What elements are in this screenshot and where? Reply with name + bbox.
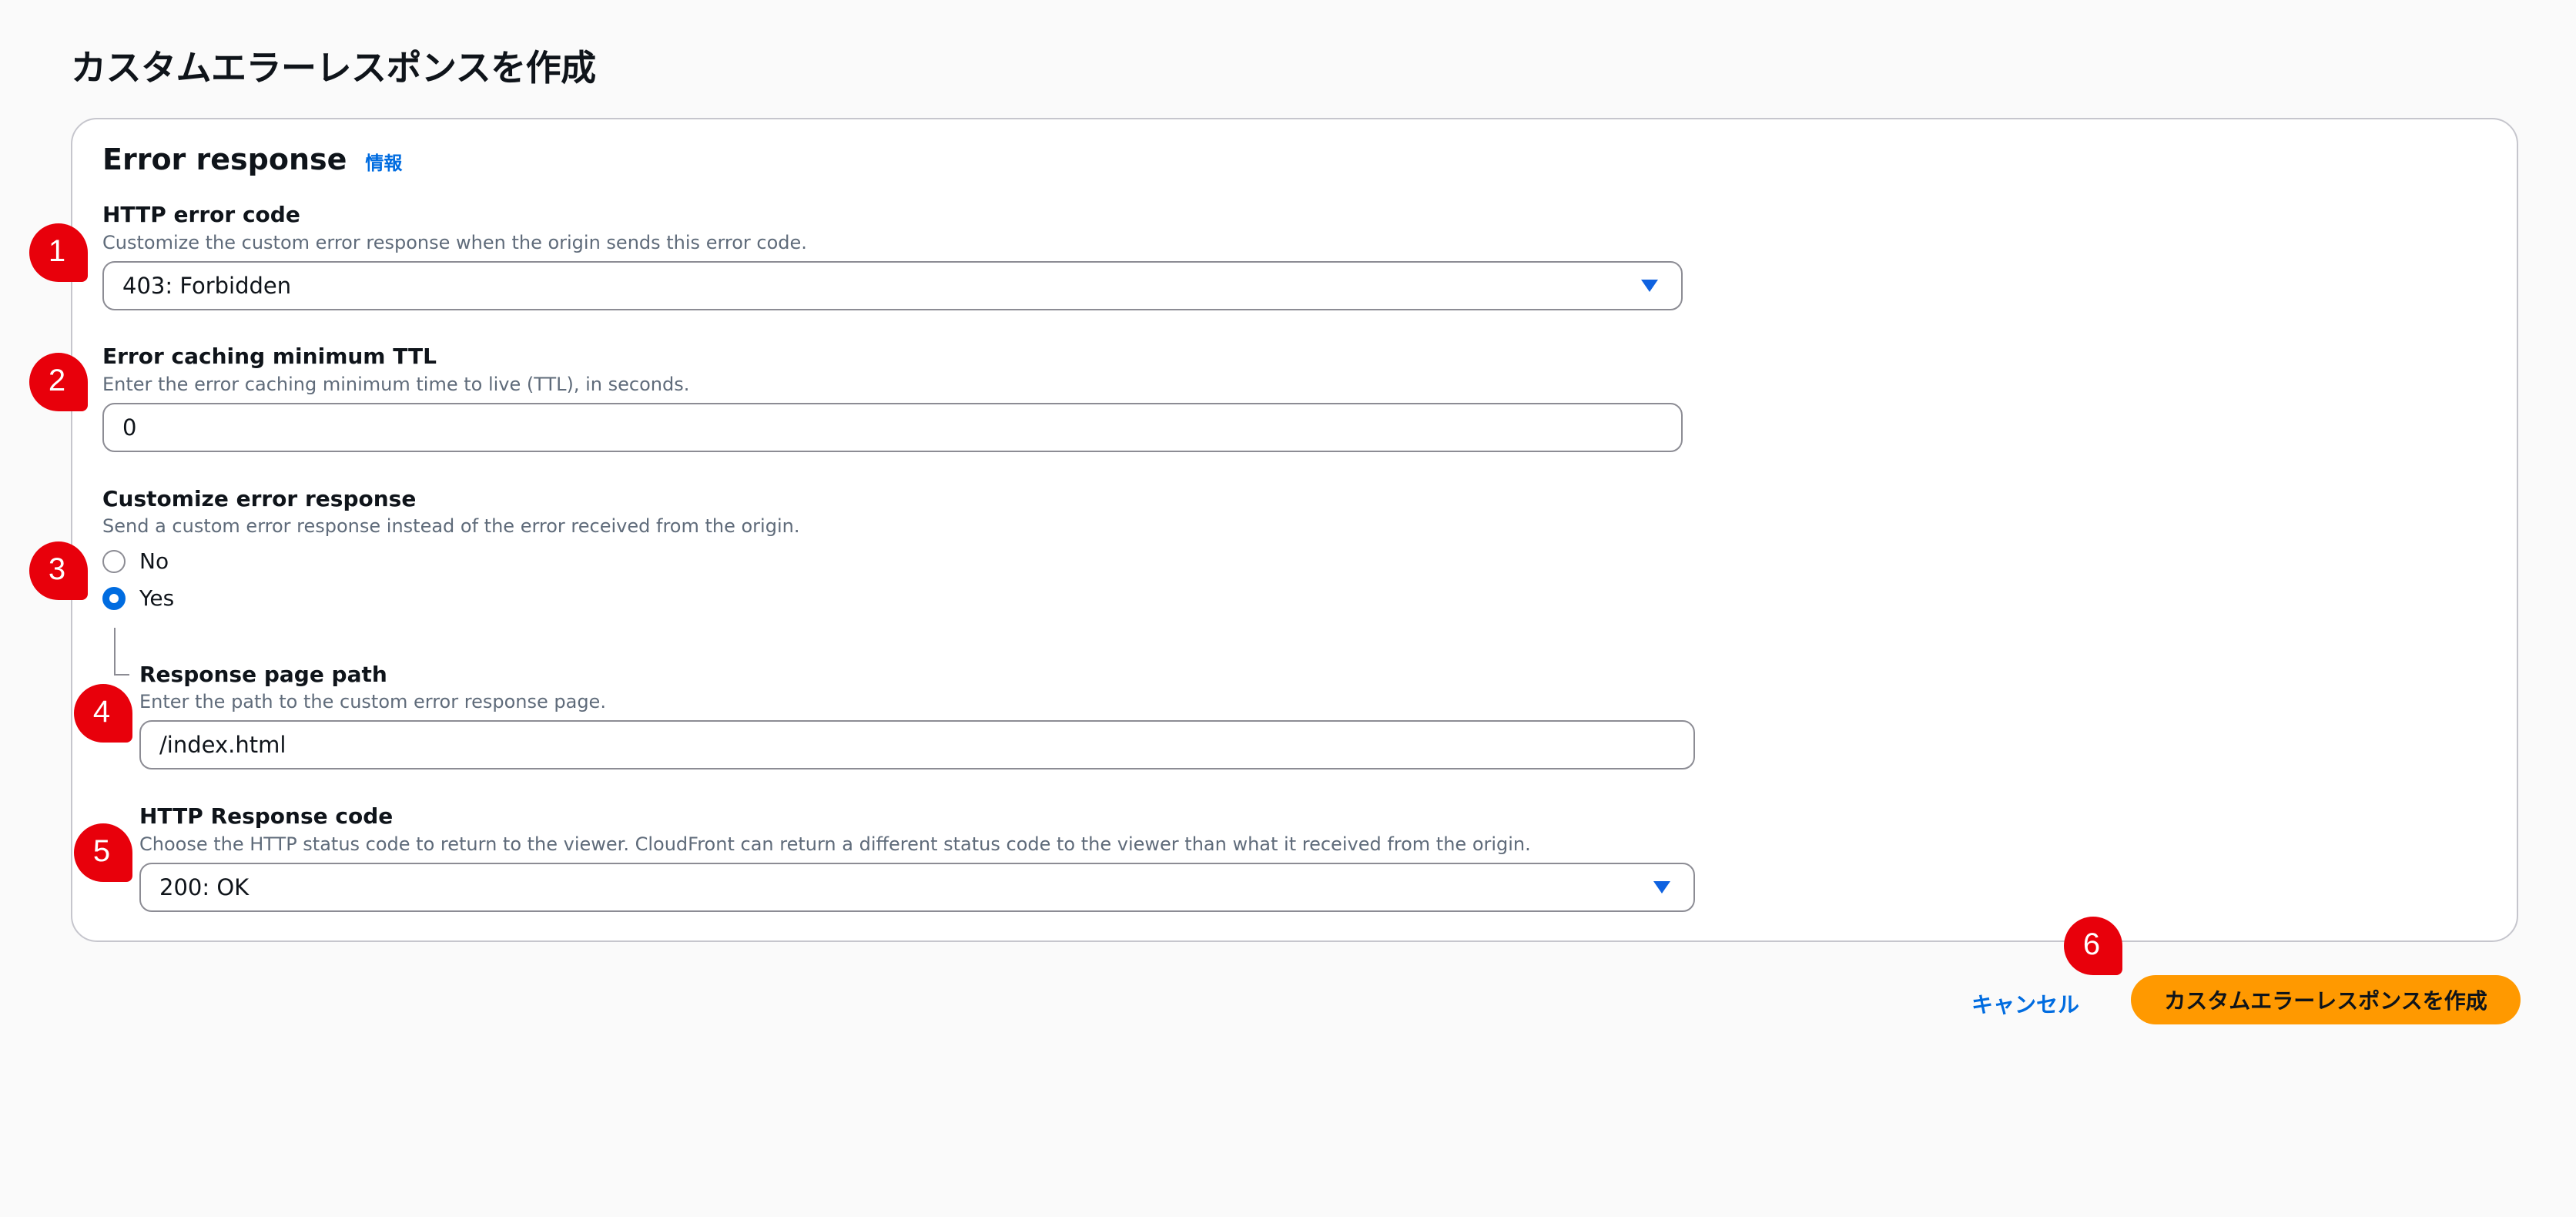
http-response-code-select[interactable]: 200: OK	[139, 863, 1695, 912]
step-badge-2: 2	[29, 353, 88, 411]
caret-down-icon	[1653, 881, 1670, 893]
caret-down-icon	[1641, 280, 1658, 292]
panel-title: Error response	[102, 142, 347, 176]
radio-option-yes[interactable]: Yes	[102, 585, 174, 611]
step-badge-3: 3	[29, 541, 88, 600]
customize-error-response-description: Send a custom error response instead of …	[102, 515, 800, 537]
page-title: カスタムエラーレスポンスを作成	[71, 47, 596, 89]
http-response-code-label: HTTP Response code	[139, 803, 394, 829]
step-badge-6: 6	[2064, 917, 2122, 975]
http-response-code-value: 200: OK	[159, 874, 250, 900]
http-error-code-select[interactable]: 403: Forbidden	[102, 261, 1683, 310]
http-response-code-description: Choose the HTTP status code to return to…	[139, 833, 1531, 855]
radio-button-yes[interactable]	[102, 586, 126, 610]
error-caching-ttl-value: 0	[122, 414, 137, 441]
customize-error-response-label: Customize error response	[102, 486, 417, 511]
panel-header: Error response 情報	[102, 142, 402, 176]
create-custom-error-response-button[interactable]: カスタムエラーレスポンスを作成	[2131, 975, 2521, 1024]
error-caching-ttl-description: Enter the error caching minimum time to …	[102, 374, 690, 395]
step-badge-1: 1	[29, 223, 88, 282]
response-page-path-input[interactable]: /index.html	[139, 720, 1695, 769]
response-page-path-description: Enter the path to the custom error respo…	[139, 691, 606, 712]
radio-label-yes: Yes	[139, 585, 175, 611]
response-page-path-label: Response page path	[139, 662, 387, 687]
radio-option-no[interactable]: No	[102, 548, 169, 574]
http-error-code-description: Customize the custom error response when…	[102, 232, 807, 253]
radio-button-no[interactable]	[102, 549, 126, 573]
step-badge-4: 4	[74, 684, 132, 743]
nested-field-connector	[114, 628, 129, 676]
radio-label-no: No	[139, 548, 169, 574]
step-badge-5: 5	[74, 823, 132, 882]
http-error-code-value: 403: Forbidden	[122, 273, 292, 299]
error-caching-ttl-input[interactable]: 0	[102, 403, 1683, 452]
error-caching-ttl-label: Error caching minimum TTL	[102, 344, 437, 369]
info-link[interactable]: 情報	[365, 148, 402, 175]
cancel-button[interactable]: キャンセル	[1962, 982, 2089, 1025]
http-error-code-label: HTTP error code	[102, 202, 300, 227]
response-page-path-value: /index.html	[159, 732, 286, 758]
